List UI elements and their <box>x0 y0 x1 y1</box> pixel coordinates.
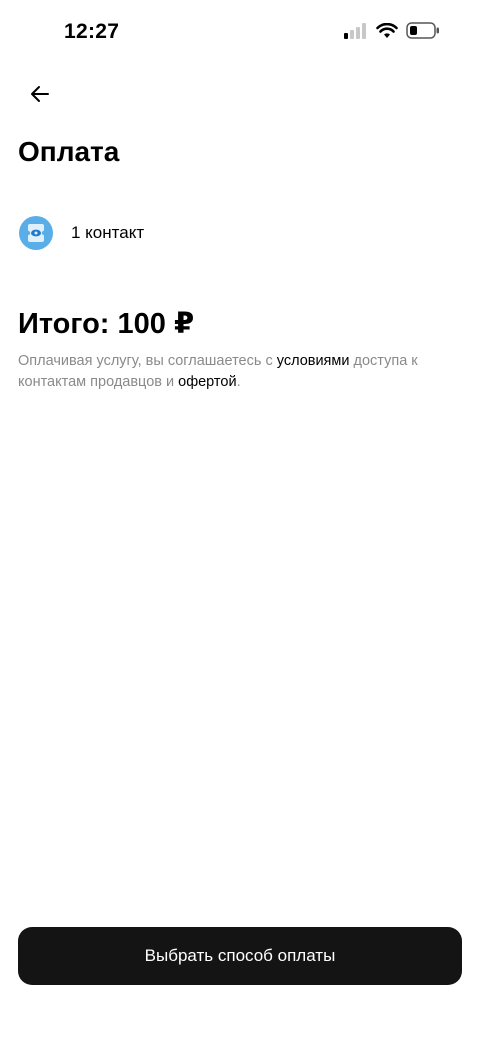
order-item: 1 контакт <box>18 214 144 252</box>
page-title: Оплата <box>18 136 120 167</box>
choose-payment-method-button[interactable]: Выбрать способ оплаты <box>18 927 462 985</box>
order-item-label: 1 контакт <box>71 223 145 242</box>
status-icons <box>344 22 440 39</box>
total-amount: Итого: 100 ₽ <box>18 308 195 340</box>
terms-text: Оплачивая услугу, вы соглашаетесь с усло… <box>18 351 458 393</box>
contact-ticket-icon <box>19 216 53 250</box>
arrow-left-icon <box>31 86 49 102</box>
terms-conditions-link[interactable]: условиями <box>277 353 350 369</box>
battery-icon <box>406 22 439 39</box>
wifi-icon <box>376 22 398 38</box>
terms-suffix: . <box>236 374 241 390</box>
signal-icon <box>344 22 366 39</box>
status-time: 12:27 <box>64 20 120 43</box>
back-button[interactable] <box>22 76 58 112</box>
status-bar: 12:27 <box>0 0 480 64</box>
offer-link[interactable]: офертой <box>178 374 236 390</box>
terms-prefix: Оплачивая услугу, вы соглашаетесь с <box>18 353 277 369</box>
